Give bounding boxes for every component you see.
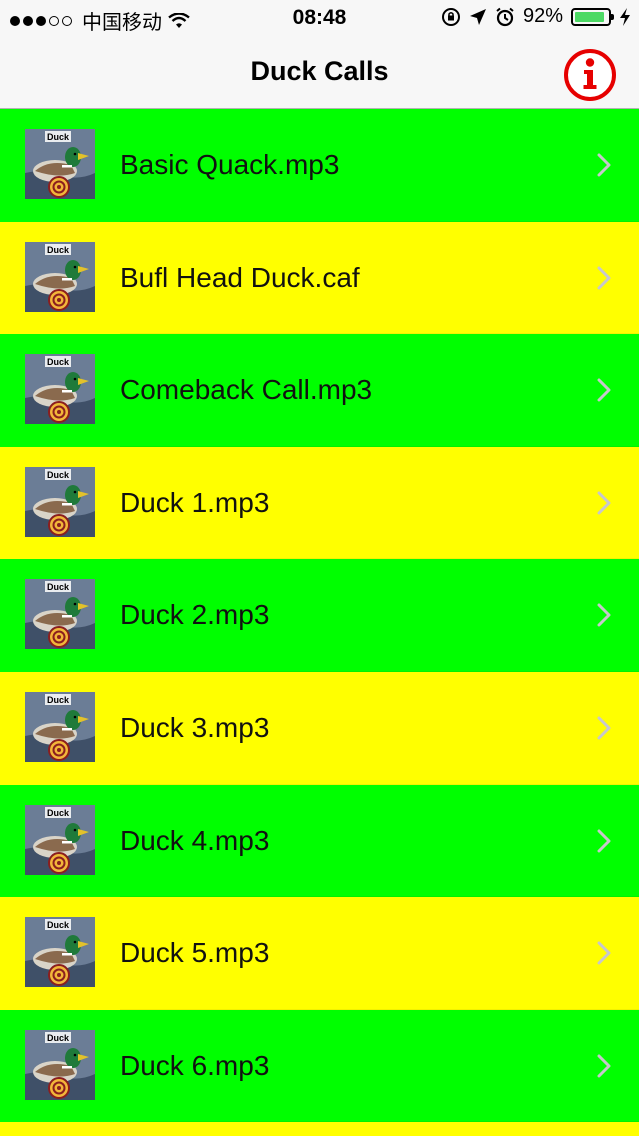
battery-icon xyxy=(571,7,614,26)
list-item[interactable]: Duck Basic Quack.mp3 xyxy=(0,109,639,222)
list-item[interactable]: Duck Comeback Call.mp3 xyxy=(0,334,639,447)
duck-thumbnail-icon: Duck xyxy=(25,579,95,650)
chevron-right-icon xyxy=(597,716,611,740)
row-label: Bufl Head Duck.caf xyxy=(120,261,360,293)
battery-percentage: 92% xyxy=(522,5,563,27)
duck-thumbnail-icon: Duck xyxy=(25,354,95,425)
row-label: Comeback Call.mp3 xyxy=(120,374,373,406)
chevron-right-icon xyxy=(597,378,611,402)
info-icon[interactable] xyxy=(563,48,617,102)
sound-list: Duck Basic Quack.mp3 Duck Bufl Head Duck… xyxy=(0,109,639,1123)
row-label: Duck 3.mp3 xyxy=(120,711,270,743)
duck-thumbnail-icon: Duck xyxy=(25,241,95,312)
row-label: Duck 6.mp3 xyxy=(120,1049,270,1081)
list-item[interactable]: Duck Duck 3.mp3 xyxy=(0,671,639,785)
duck-thumbnail-icon: Duck xyxy=(25,466,95,537)
list-item[interactable]: Duck Duck 2.mp3 xyxy=(0,559,639,672)
chevron-right-icon xyxy=(597,491,611,515)
row-separator xyxy=(120,1121,639,1123)
duck-thumbnail-icon: Duck xyxy=(25,691,95,762)
thumbnail-label: Duck xyxy=(47,357,70,367)
status-bar: 中国移动 08:48 92% xyxy=(0,0,639,36)
duck-thumbnail-icon: Duck xyxy=(25,129,95,199)
thumbnail-label: Duck xyxy=(47,695,70,705)
list-item[interactable]: Duck Duck 1.mp3 xyxy=(0,446,639,560)
thumbnail-label: Duck xyxy=(47,245,70,255)
thumbnail-label: Duck xyxy=(47,582,70,592)
chevron-right-icon xyxy=(597,153,611,177)
alarm-icon xyxy=(496,7,514,26)
orientation-lock-icon xyxy=(441,7,460,26)
duck-thumbnail-icon: Duck xyxy=(25,917,95,988)
thumbnail-label: Duck xyxy=(47,132,70,142)
chevron-right-icon xyxy=(597,603,611,627)
battery-level-fill xyxy=(575,11,605,22)
navigation-bar: Duck Calls xyxy=(0,36,639,109)
list-item[interactable]: Duck Duck 6.mp3 xyxy=(0,1009,639,1123)
row-label: Duck 5.mp3 xyxy=(120,937,270,969)
location-arrow-icon xyxy=(469,8,486,25)
list-item[interactable]: Duck Bufl Head Duck.caf xyxy=(0,221,639,335)
status-right: 92% xyxy=(441,5,631,28)
list-item[interactable]: Duck Duck 5.mp3 xyxy=(0,897,639,1010)
page-title: Duck Calls xyxy=(250,56,389,86)
row-label: Duck 2.mp3 xyxy=(120,599,270,631)
list-item[interactable]: Duck Duck 4.mp3 xyxy=(0,784,639,898)
row-label: Basic Quack.mp3 xyxy=(120,149,340,180)
duck-thumbnail-icon: Duck xyxy=(25,804,95,875)
chevron-right-icon xyxy=(597,1054,611,1078)
thumbnail-label: Duck xyxy=(47,920,70,930)
chevron-right-icon xyxy=(597,829,611,853)
row-label: Duck 1.mp3 xyxy=(120,486,270,518)
thumbnail-label: Duck xyxy=(47,470,70,480)
chevron-right-icon xyxy=(597,266,611,290)
chevron-right-icon xyxy=(597,941,611,965)
thumbnail-label: Duck xyxy=(47,808,70,818)
duck-thumbnail-icon: Duck xyxy=(25,1029,95,1100)
thumbnail-label: Duck xyxy=(47,1033,70,1043)
charging-bolt-icon xyxy=(620,7,630,26)
row-label: Duck 4.mp3 xyxy=(120,824,270,856)
